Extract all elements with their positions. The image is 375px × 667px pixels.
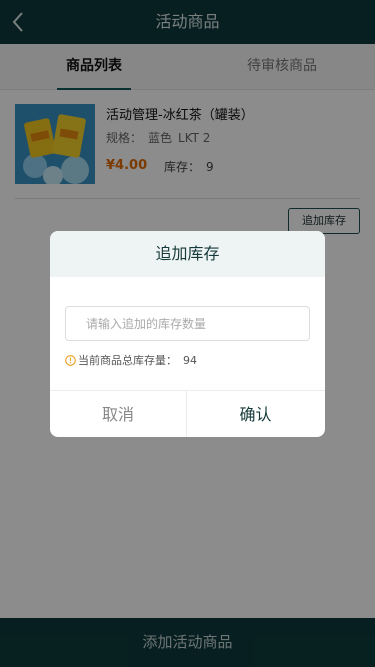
confirm-button[interactable]: 确认: [187, 391, 324, 437]
quantity-field[interactable]: [65, 306, 310, 341]
dialog-title: 追加库存: [50, 231, 325, 277]
total-stock-note: 当前商品总库存量： 94: [65, 352, 197, 368]
note-value: 94: [183, 353, 197, 367]
note-label: 当前商品总库存量：: [78, 354, 177, 367]
dialog-actions: 取消 确认: [50, 390, 325, 437]
restock-dialog: 追加库存 当前商品总库存量： 94 取消 确认: [50, 231, 325, 437]
info-warning-icon: [65, 354, 76, 366]
cancel-button[interactable]: 取消: [50, 391, 187, 437]
quantity-input[interactable]: [66, 307, 309, 340]
